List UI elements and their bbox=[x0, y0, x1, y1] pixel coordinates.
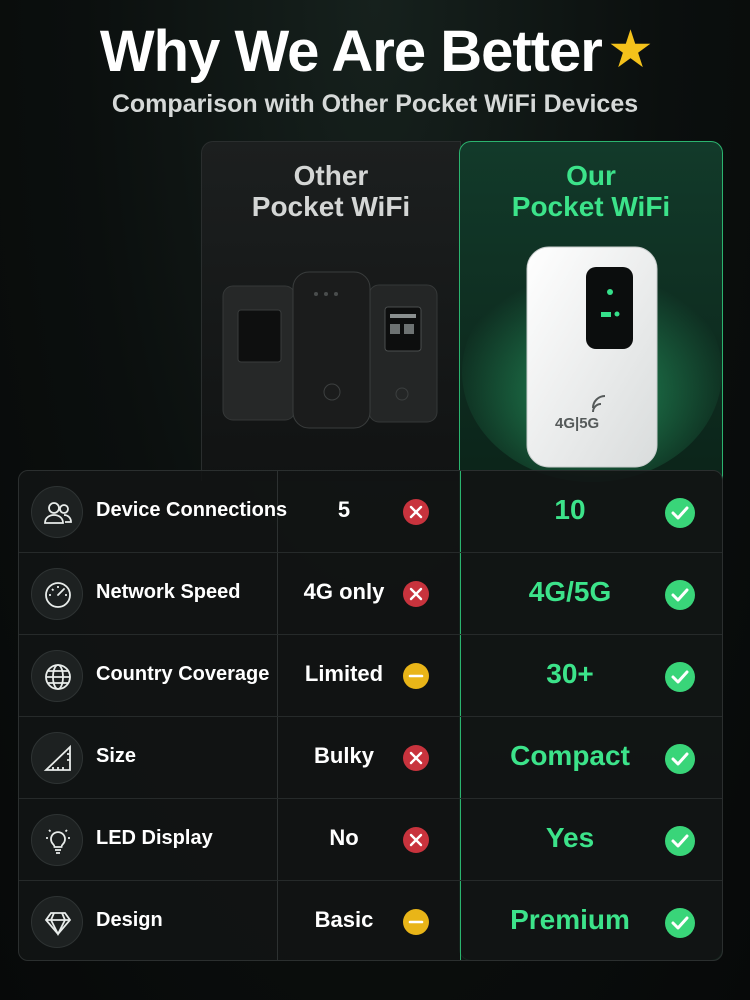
star-icon: ★ bbox=[609, 23, 651, 75]
feature-label: Device Connections bbox=[96, 499, 288, 521]
cross-icon bbox=[403, 745, 429, 771]
other-value: 4G only bbox=[303, 579, 385, 604]
our-value: 30+ bbox=[546, 658, 594, 689]
check-icon bbox=[665, 662, 695, 692]
table-row: Network Speed 4G only 4G/5G bbox=[19, 553, 722, 635]
our-value: Compact bbox=[510, 740, 630, 771]
cross-icon bbox=[403, 499, 429, 525]
check-icon bbox=[665, 580, 695, 610]
globe-icon bbox=[31, 650, 83, 702]
cross-icon bbox=[403, 581, 429, 607]
other-devices-image bbox=[222, 271, 438, 429]
lightbulb-icon bbox=[31, 814, 83, 866]
feature-label: LED Display bbox=[96, 827, 213, 849]
comparison-table: Device Connections 5 10 Network Speed 4G… bbox=[18, 470, 723, 961]
table-row: Size Bulky Compact bbox=[19, 717, 722, 799]
our-value: 10 bbox=[554, 494, 586, 525]
minus-icon bbox=[403, 909, 429, 935]
other-column: Other Pocket WiFi bbox=[201, 141, 461, 481]
table-row: Country Coverage Limited 30+ bbox=[19, 635, 722, 717]
page-subtitle: Comparison with Other Pocket WiFi Device… bbox=[111, 90, 639, 118]
table-row: LED Display No Yes bbox=[19, 799, 722, 881]
table-row: Device Connections 5 10 bbox=[19, 471, 722, 553]
our-value: Yes bbox=[545, 822, 595, 853]
check-icon bbox=[665, 744, 695, 774]
minus-icon bbox=[403, 663, 429, 689]
our-device-image: 4G|5G bbox=[462, 246, 722, 482]
feature-label: Network Speed bbox=[96, 581, 241, 603]
feature-label: Country Coverage bbox=[96, 663, 270, 685]
size-ruler-icon bbox=[31, 732, 83, 784]
check-icon bbox=[665, 826, 695, 856]
title-text: Why We Are Better bbox=[99, 19, 603, 84]
check-icon bbox=[665, 908, 695, 938]
cross-icon bbox=[403, 827, 429, 853]
other-value: No bbox=[329, 825, 359, 850]
other-value: Bulky bbox=[314, 743, 374, 768]
users-icon bbox=[31, 486, 83, 538]
table-row: Design Basic Premium bbox=[19, 881, 722, 960]
our-value: 4G/5G bbox=[528, 576, 612, 607]
check-icon bbox=[665, 498, 695, 528]
device-label: 4G|5G bbox=[555, 415, 599, 432]
other-value: Limited bbox=[304, 661, 384, 686]
other-value: 5 bbox=[337, 497, 351, 522]
page-title: Why We Are Better ★ bbox=[0, 18, 750, 85]
other-value: Basic bbox=[314, 907, 374, 932]
diamond-icon bbox=[31, 896, 83, 948]
feature-label: Design bbox=[96, 909, 163, 931]
feature-label: Size bbox=[96, 745, 137, 767]
our-value: Premium bbox=[510, 904, 630, 935]
speedometer-icon bbox=[31, 568, 83, 620]
